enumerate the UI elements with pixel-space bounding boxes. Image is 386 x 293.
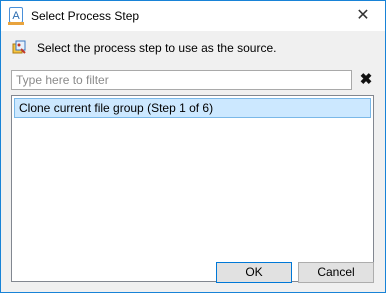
process-step-icon — [12, 40, 26, 54]
window-title: Select Process Step — [31, 9, 140, 23]
dialog-content: Select the process step to use as the so… — [1, 31, 385, 292]
clear-filter-icon[interactable]: ✖ — [358, 71, 374, 89]
process-step-list[interactable]: Clone current file group (Step 1 of 6) — [11, 95, 374, 282]
close-icon[interactable]: ✕ — [341, 1, 385, 31]
app-logo-icon: A — [8, 7, 24, 25]
dialog-window: A Select Process Step ✕ Select the proce… — [0, 0, 386, 293]
list-item[interactable]: Clone current file group (Step 1 of 6) — [14, 98, 371, 118]
ok-button[interactable]: OK — [216, 262, 292, 283]
filter-input[interactable] — [11, 70, 352, 90]
title-bar[interactable]: A Select Process Step ✕ — [1, 1, 385, 31]
instruction-text: Select the process step to use as the so… — [37, 41, 277, 55]
cancel-button[interactable]: Cancel — [298, 262, 374, 283]
